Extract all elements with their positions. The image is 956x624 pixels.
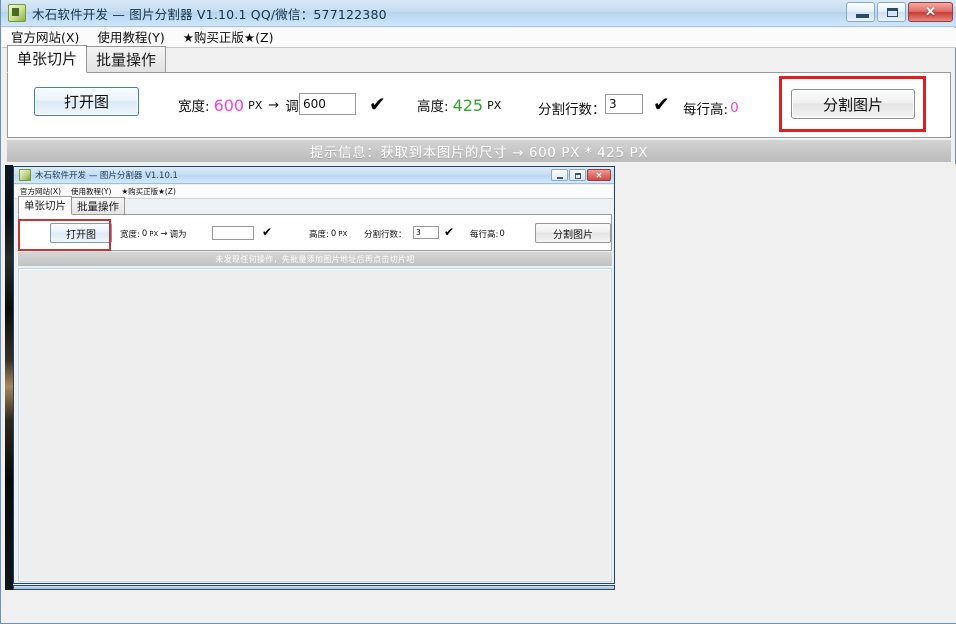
toolbar-panel: 打开图 宽度: 600 PX → 调为 ✔ 高度: 425 PX 分割行数： ✔… [7, 72, 951, 138]
nested-rows-label: 分割行数： [364, 230, 407, 240]
arrow-icon: → [268, 97, 280, 113]
nested-window-title: 木石软件开发 — 图片分割器 V1.10.1 [35, 171, 178, 181]
nested-minimize-button [551, 169, 568, 181]
nested-app-icon [19, 169, 31, 181]
nested-width-unit: PX [149, 230, 159, 238]
width-group: 宽度: 600 PX → 调为 [178, 95, 312, 116]
nested-row-height-value: 0 [499, 229, 505, 239]
height-label: 高度: [417, 99, 449, 115]
height-unit: PX [487, 98, 502, 112]
menu-item-tutorial[interactable]: 使用教程(Y) [88, 28, 173, 47]
row-height-label: 每行高: [683, 102, 729, 118]
screenshot-left-edge-artifact [5, 165, 13, 590]
window-title: 木石软件开发 — 图片分割器 V1.10.1 QQ/微信：577122380 [32, 6, 387, 22]
nested-image-canvas [18, 268, 612, 582]
adjust-width-input[interactable] [299, 93, 356, 115]
nested-height-label: 高度: [309, 230, 329, 240]
maximize-icon [887, 8, 898, 17]
confirm-width-checkmark[interactable]: ✔ [369, 94, 386, 114]
nested-split-image-button: 分割图片 [535, 223, 611, 243]
nested-screenshot-image: 木石软件开发 — 图片分割器 V1.10.1 ✕ 官方网站(X) 使用教程(Y)… [5, 165, 617, 590]
tab-strip: 单张切片 批量操作 [7, 45, 951, 73]
nested-adjust-label: 调为 [169, 230, 187, 240]
width-label: 宽度: [178, 99, 210, 115]
nested-maximize-button [569, 169, 586, 181]
split-image-button[interactable]: 分割图片 [791, 89, 915, 119]
nested-rows-count-input [413, 226, 439, 239]
height-value: 425 [452, 95, 484, 115]
width-value: 600 [213, 95, 245, 115]
rows-label: 分割行数： [538, 102, 606, 118]
nested-status-bar: 未发现任何操作，先批量添加图片地址后再点击切片吧 [18, 252, 612, 266]
nested-window-controls: ✕ [551, 169, 611, 181]
close-icon: ✕ [925, 4, 936, 19]
row-height-group: 每行高: 0 [683, 98, 739, 118]
nested-window-bottom-edge [13, 585, 615, 590]
nested-tab-single-slice: 单张切片 [18, 196, 72, 215]
minimize-icon [856, 14, 869, 18]
nested-height-unit: PX [338, 230, 348, 238]
status-bar: 提示信息：获取到本图片的尺寸 → 600 PX * 425 PX [7, 140, 951, 162]
application-window: 木石软件开发 — 图片分割器 V1.10.1 QQ/微信：577122380 ✕… [0, 0, 956, 624]
nested-open-image-button: 打开图 [50, 223, 112, 243]
nested-width-label: 宽度: [120, 230, 140, 240]
tab-single-slice[interactable]: 单张切片 [7, 45, 88, 73]
minimize-button[interactable] [846, 2, 875, 22]
nested-close-button: ✕ [587, 169, 611, 181]
title-bar: 木石软件开发 — 图片分割器 V1.10.1 QQ/微信：577122380 ✕ [1, 0, 956, 27]
tab-batch-operation[interactable]: 批量操作 [86, 46, 167, 73]
close-button[interactable]: ✕ [908, 2, 953, 22]
nested-adjust-width-input [212, 226, 254, 240]
menu-item-buy-license[interactable]: ★购买正版★(Z) [174, 28, 283, 47]
nested-menu-item-tutorial: 使用教程(Y) [71, 186, 112, 196]
nested-row-height-label: 每行高: [470, 230, 499, 240]
nested-height-group: 高度: 0 PX [309, 228, 347, 240]
nested-row-height-group: 每行高: 0 [470, 228, 505, 240]
confirm-rows-checkmark[interactable]: ✔ [653, 94, 670, 114]
nested-confirm-width-checkmark: ✔ [262, 225, 273, 239]
nested-title-bar: 木石软件开发 — 图片分割器 V1.10.1 ✕ [14, 167, 614, 184]
rows-count-input[interactable] [605, 94, 643, 114]
nested-window-frame: 木石软件开发 — 图片分割器 V1.10.1 ✕ 官方网站(X) 使用教程(Y)… [13, 166, 615, 584]
app-icon [8, 4, 26, 22]
window-controls: ✕ [846, 2, 953, 22]
nested-menu-item-buy-license: ★购买正版★(Z) [121, 186, 176, 196]
nested-tab-batch-operation: 批量操作 [71, 197, 125, 215]
row-height-value: 0 [730, 100, 739, 116]
nested-toolbar-panel: 打开图 宽度: 0 PX → 调为 ✔ 高度: 0 PX 分割行数： 3 ✔ 每… [18, 214, 612, 251]
nested-width-group: 宽度: 0 PX → 调为 [120, 228, 186, 240]
height-group: 高度: 425 PX [417, 95, 502, 116]
nested-confirm-rows-checkmark: ✔ [444, 225, 455, 239]
nested-arrow-icon: → [160, 229, 168, 239]
nested-height-value: 0 [330, 229, 337, 239]
open-image-button[interactable]: 打开图 [34, 87, 139, 116]
nested-tab-strip: 单张切片 批量操作 [18, 196, 612, 215]
width-unit: PX [248, 98, 263, 112]
nested-width-value: 0 [141, 229, 148, 239]
maximize-button[interactable] [877, 2, 906, 22]
nested-close-icon: ✕ [595, 170, 603, 180]
nested-maximize-icon [575, 173, 581, 179]
nested-minimize-icon [557, 177, 563, 179]
menu-bar: 官方网站(X) 使用教程(Y) ★购买正版★(Z) [2, 28, 956, 48]
